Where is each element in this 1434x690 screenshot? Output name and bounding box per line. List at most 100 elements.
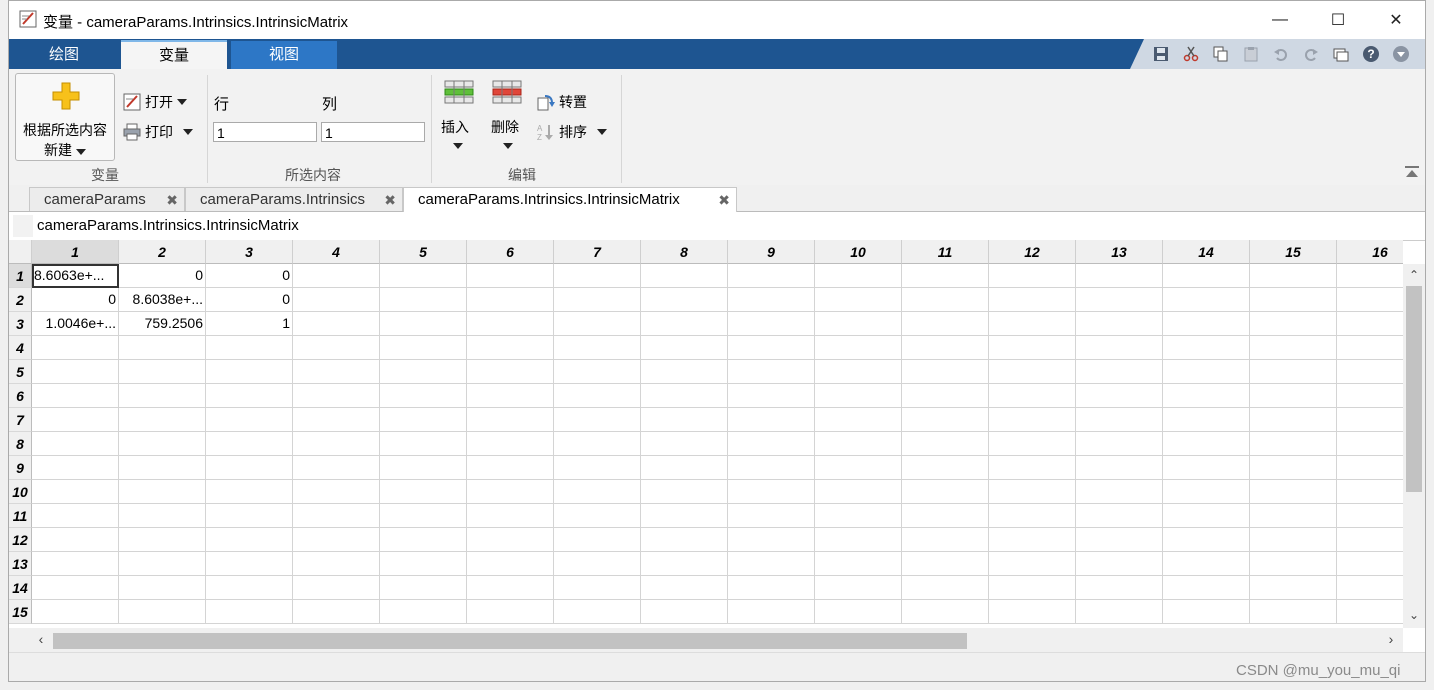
grid-cell[interactable] bbox=[554, 288, 641, 312]
grid-cell[interactable] bbox=[206, 432, 293, 456]
grid-cell[interactable] bbox=[119, 480, 206, 504]
vertical-scroll-thumb[interactable] bbox=[1406, 286, 1422, 492]
transpose-button[interactable]: 转置 bbox=[537, 91, 587, 113]
grid-cell[interactable]: 1.0046e+... bbox=[32, 312, 119, 336]
grid-cell[interactable] bbox=[1337, 504, 1403, 528]
grid-cell[interactable] bbox=[554, 480, 641, 504]
grid-cell[interactable] bbox=[815, 264, 902, 288]
close-tab-icon[interactable]: ✖ bbox=[384, 188, 396, 212]
grid-cell[interactable] bbox=[293, 480, 380, 504]
column-header[interactable]: 2 bbox=[119, 240, 206, 264]
grid-cell[interactable] bbox=[1163, 552, 1250, 576]
grid-cell[interactable] bbox=[554, 576, 641, 600]
grid-cell[interactable] bbox=[293, 408, 380, 432]
grid-cell[interactable] bbox=[206, 504, 293, 528]
column-header[interactable]: 10 bbox=[815, 240, 902, 264]
grid-cell[interactable] bbox=[815, 600, 902, 624]
grid-cell[interactable] bbox=[1076, 408, 1163, 432]
column-header[interactable]: 6 bbox=[467, 240, 554, 264]
grid-cell[interactable] bbox=[206, 360, 293, 384]
grid-cell[interactable] bbox=[1163, 528, 1250, 552]
grid-cell[interactable] bbox=[1076, 264, 1163, 288]
grid-cell[interactable] bbox=[32, 456, 119, 480]
grid-cell[interactable] bbox=[902, 552, 989, 576]
grid-cell[interactable] bbox=[989, 576, 1076, 600]
scroll-right-icon[interactable]: › bbox=[1381, 631, 1401, 647]
grid-cell[interactable] bbox=[989, 504, 1076, 528]
grid-cell[interactable] bbox=[728, 528, 815, 552]
grid-cell[interactable] bbox=[1163, 312, 1250, 336]
save-icon[interactable] bbox=[1150, 43, 1172, 65]
grid-cell[interactable] bbox=[641, 456, 728, 480]
doc-tab-intrinsics[interactable]: cameraParams.Intrinsics ✖ bbox=[185, 187, 403, 211]
grid-cell[interactable] bbox=[32, 336, 119, 360]
grid-cell[interactable] bbox=[1163, 336, 1250, 360]
grid-cell[interactable] bbox=[1163, 432, 1250, 456]
grid-cell[interactable] bbox=[1163, 408, 1250, 432]
column-header[interactable]: 8 bbox=[641, 240, 728, 264]
grid-cell[interactable] bbox=[641, 336, 728, 360]
grid-cell[interactable] bbox=[641, 480, 728, 504]
grid-cell[interactable] bbox=[32, 408, 119, 432]
grid-cell[interactable] bbox=[554, 384, 641, 408]
minimize-ribbon-button[interactable] bbox=[1405, 165, 1419, 177]
delete-button[interactable]: 删除 bbox=[487, 79, 527, 159]
grid-cell[interactable] bbox=[554, 504, 641, 528]
paste-icon[interactable] bbox=[1240, 43, 1262, 65]
grid-cell[interactable] bbox=[32, 480, 119, 504]
grid-cell[interactable] bbox=[989, 336, 1076, 360]
scroll-up-icon[interactable]: ⌃ bbox=[1403, 268, 1425, 286]
grid-cell[interactable] bbox=[1250, 312, 1337, 336]
grid-cell[interactable] bbox=[119, 576, 206, 600]
grid-cell[interactable] bbox=[119, 432, 206, 456]
new-from-selection-button[interactable]: 根据所选内容 新建 bbox=[15, 73, 115, 161]
undo-icon[interactable] bbox=[1270, 43, 1292, 65]
grid-cell[interactable] bbox=[32, 576, 119, 600]
grid-cell[interactable] bbox=[554, 456, 641, 480]
grid-cell[interactable] bbox=[815, 312, 902, 336]
grid-cell[interactable] bbox=[1163, 576, 1250, 600]
grid-cell[interactable] bbox=[1076, 336, 1163, 360]
grid-cell[interactable] bbox=[380, 312, 467, 336]
grid-cell[interactable] bbox=[467, 576, 554, 600]
grid-cell[interactable] bbox=[641, 528, 728, 552]
column-header[interactable]: 9 bbox=[728, 240, 815, 264]
grid-cell[interactable] bbox=[989, 312, 1076, 336]
grid-cell[interactable] bbox=[554, 552, 641, 576]
grid-cell[interactable] bbox=[902, 312, 989, 336]
grid-cell[interactable] bbox=[728, 264, 815, 288]
print-button[interactable]: 打印 bbox=[123, 121, 193, 143]
grid-cell[interactable] bbox=[902, 288, 989, 312]
grid-cell[interactable] bbox=[119, 552, 206, 576]
grid-cell[interactable]: 0 bbox=[206, 264, 293, 288]
grid-cell[interactable] bbox=[815, 336, 902, 360]
row-header[interactable]: 11 bbox=[9, 504, 32, 528]
grid-cell[interactable] bbox=[119, 384, 206, 408]
grid-cell[interactable] bbox=[1250, 288, 1337, 312]
switch-windows-icon[interactable] bbox=[1330, 43, 1352, 65]
grid-cell[interactable] bbox=[554, 528, 641, 552]
column-header[interactable]: 12 bbox=[989, 240, 1076, 264]
grid-cell[interactable] bbox=[1163, 360, 1250, 384]
grid-cell[interactable] bbox=[380, 336, 467, 360]
grid-cell[interactable] bbox=[815, 384, 902, 408]
grid-cell[interactable] bbox=[467, 336, 554, 360]
grid-cell[interactable] bbox=[380, 264, 467, 288]
row-selection-field[interactable]: 1 bbox=[213, 122, 317, 142]
grid-cell[interactable] bbox=[467, 384, 554, 408]
grid-cell[interactable] bbox=[1076, 432, 1163, 456]
grid-cell[interactable] bbox=[467, 528, 554, 552]
scroll-down-icon[interactable]: ⌄ bbox=[1403, 608, 1425, 626]
grid-cell[interactable] bbox=[1076, 576, 1163, 600]
grid-cell[interactable] bbox=[206, 384, 293, 408]
close-tab-icon[interactable]: ✖ bbox=[718, 188, 730, 212]
row-header[interactable]: 6 bbox=[9, 384, 32, 408]
grid-cell[interactable] bbox=[380, 576, 467, 600]
grid-cell[interactable] bbox=[1250, 456, 1337, 480]
grid-cell[interactable] bbox=[206, 480, 293, 504]
grid-cell[interactable] bbox=[1250, 552, 1337, 576]
vertical-scrollbar[interactable]: ⌃ ⌄ bbox=[1403, 264, 1425, 628]
grid-cell[interactable] bbox=[293, 552, 380, 576]
column-header[interactable]: 16 bbox=[1337, 240, 1403, 264]
grid-cell[interactable] bbox=[206, 336, 293, 360]
